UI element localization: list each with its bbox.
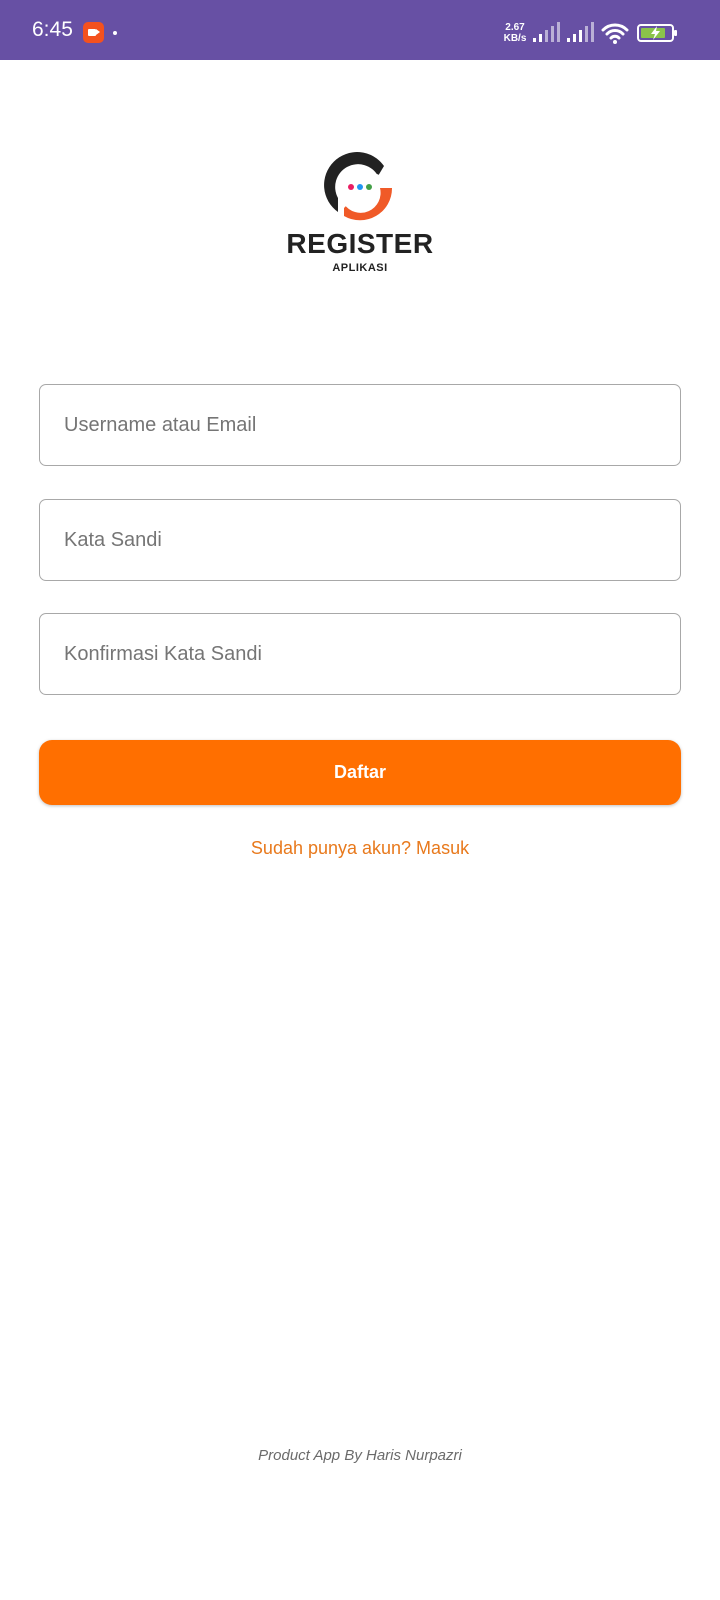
footer-credit: Product App By Haris Nurpazri bbox=[258, 1447, 462, 1464]
signal-icon bbox=[533, 22, 560, 42]
screen-record-icon bbox=[83, 22, 104, 43]
status-bar: 6:45 2.67 KB/s bbox=[0, 0, 720, 60]
password-input[interactable] bbox=[40, 500, 680, 580]
battery-charging-icon bbox=[637, 24, 677, 42]
register-button[interactable]: Daftar bbox=[39, 740, 681, 805]
wifi-icon bbox=[601, 23, 629, 44]
chat-logo-icon bbox=[324, 152, 393, 221]
username-input[interactable] bbox=[40, 385, 680, 465]
login-link[interactable]: Sudah punya akun? Masuk bbox=[0, 838, 720, 859]
network-speed-unit: KB/s bbox=[503, 33, 527, 44]
network-speed-value: 2.67 bbox=[505, 22, 525, 33]
password-field[interactable] bbox=[39, 499, 681, 581]
notification-dot-icon bbox=[113, 31, 117, 35]
username-field[interactable] bbox=[39, 384, 681, 466]
logo-title: REGISTER bbox=[286, 228, 434, 259]
app-logo: REGISTER APLIKASI bbox=[280, 152, 440, 282]
network-speed: 2.67 KB/s bbox=[502, 22, 528, 44]
status-time: 6:45 bbox=[32, 18, 73, 41]
confirm-password-input[interactable] bbox=[40, 614, 680, 694]
logo-subtitle: APLIKASI bbox=[332, 262, 388, 274]
confirm-password-field[interactable] bbox=[39, 613, 681, 695]
signal-icon bbox=[567, 22, 594, 42]
